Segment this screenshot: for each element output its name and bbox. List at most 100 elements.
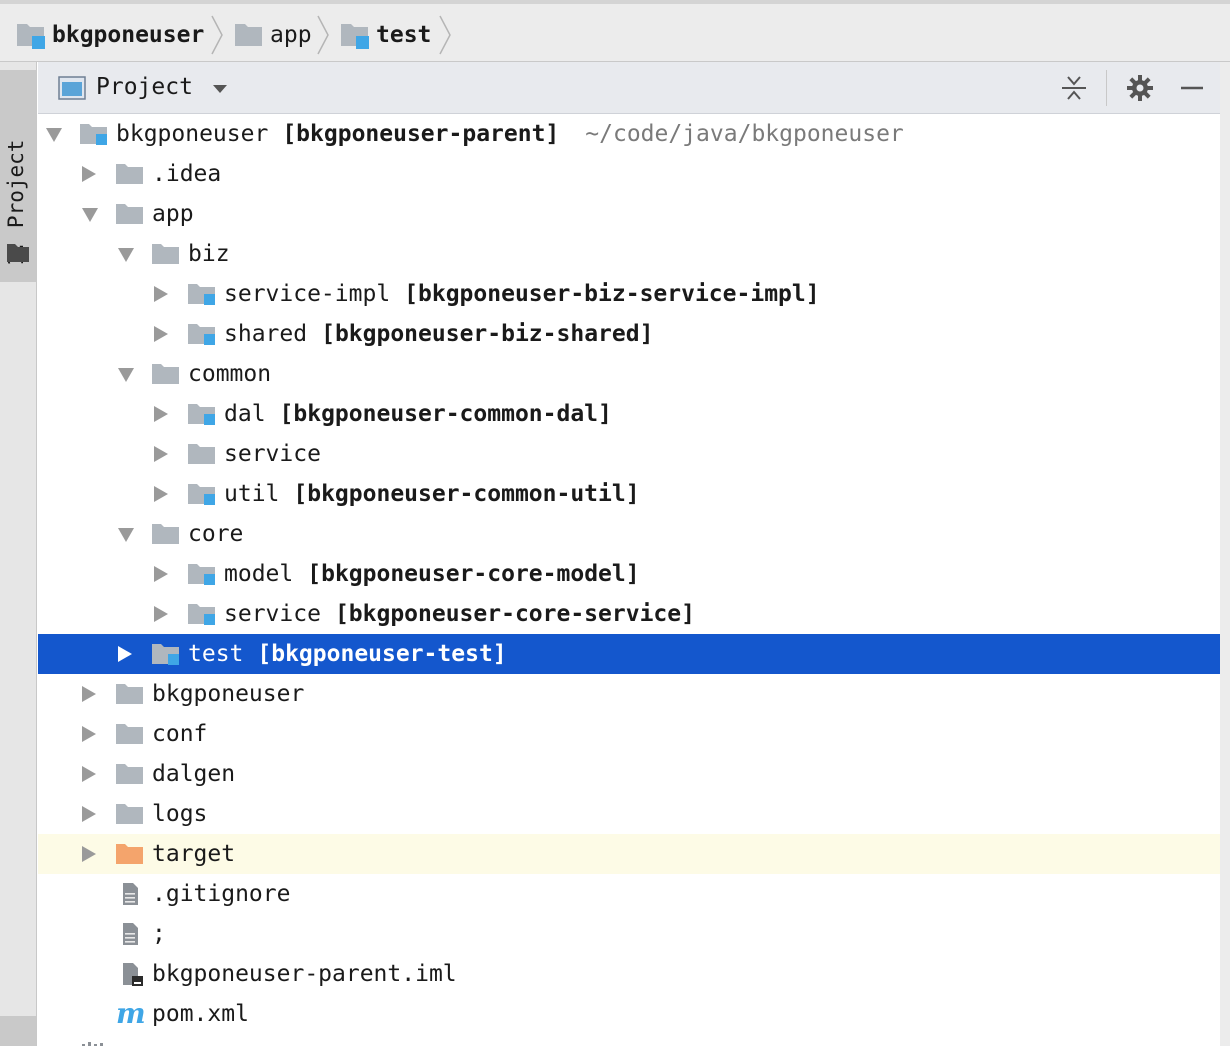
collapse-all-icon[interactable] xyxy=(1060,74,1088,102)
dropdown-arrow-icon[interactable] xyxy=(212,84,228,94)
collapse-arrow-icon[interactable] xyxy=(118,248,134,262)
expand-arrow-icon[interactable] xyxy=(154,286,168,302)
gear-icon[interactable] xyxy=(1126,74,1154,102)
hide-icon[interactable] xyxy=(1178,74,1206,102)
expand-arrow-icon[interactable] xyxy=(154,486,168,502)
breadcrumb-item-app[interactable]: app xyxy=(234,12,312,58)
expand-arrow-icon[interactable] xyxy=(154,566,168,582)
tree-item-label: model xyxy=(224,561,294,587)
collapse-arrow-icon[interactable] xyxy=(46,128,62,142)
tree-row-idea[interactable]: .idea xyxy=(38,154,1220,194)
expand-arrow-icon[interactable] xyxy=(154,326,168,342)
tree-row-semicolon[interactable]: ; xyxy=(38,914,1220,954)
tree-row-common[interactable]: common xyxy=(38,354,1220,394)
expand-arrow-icon[interactable] xyxy=(82,766,96,782)
expand-arrow-icon[interactable] xyxy=(82,686,96,702)
tree-row-root[interactable]: bkgponeuser [bkgponeuser-parent] ~/code/ja… xyxy=(38,114,1220,154)
folder-icon xyxy=(116,804,143,824)
tree-row-util[interactable]: util [bkgponeuser-common-util] xyxy=(38,474,1220,514)
folder-icon xyxy=(152,244,179,264)
tree-row-conf[interactable]: conf xyxy=(38,714,1220,754)
tree-row-dalgen[interactable]: dalgen xyxy=(38,754,1220,794)
tree-row-service-impl[interactable]: service-impl [bkgponeuser-biz-service-imp… xyxy=(38,274,1220,314)
view-selector[interactable]: Project xyxy=(96,74,193,100)
expand-arrow-icon[interactable] xyxy=(154,406,168,422)
collapse-arrow-icon[interactable] xyxy=(118,528,134,542)
tool-window-strip: 1: Project xyxy=(0,62,37,1046)
folder-icon xyxy=(152,364,179,384)
tree-item-label: bkgponeuser xyxy=(152,681,305,707)
tree-item-label: ; xyxy=(152,921,166,947)
module-name: [bkgponeuser-common-dal] xyxy=(279,401,612,427)
tree-item-label: bkgponeuser xyxy=(116,121,269,147)
tree-row-pom[interactable]: m pom.xml xyxy=(38,994,1220,1034)
breadcrumb-label: app xyxy=(270,22,312,48)
folder-icon xyxy=(188,444,215,464)
folder-icon xyxy=(235,24,262,46)
module-folder-icon xyxy=(17,24,45,49)
folder-icon xyxy=(116,684,143,704)
module-folder-icon xyxy=(341,24,369,49)
expand-arrow-icon[interactable] xyxy=(154,446,168,462)
excluded-folder-icon xyxy=(116,844,143,864)
chevron-right-icon xyxy=(439,15,451,55)
tree-row-logs[interactable]: logs xyxy=(38,794,1220,834)
collapse-arrow-icon[interactable] xyxy=(118,368,134,382)
tree-row-common-service[interactable]: service xyxy=(38,434,1220,474)
module-name: [bkgponeuser-biz-shared] xyxy=(321,321,654,347)
tree-row-external-libraries[interactable] xyxy=(38,1034,1220,1046)
expand-arrow-icon[interactable] xyxy=(82,166,96,182)
expand-arrow-icon[interactable] xyxy=(82,726,96,742)
tree-row-dal[interactable]: dal [bkgponeuser-common-dal] xyxy=(38,394,1220,434)
tree-row-bkgponeuser[interactable]: bkgponeuser xyxy=(38,674,1220,714)
tree-row-core-service[interactable]: service [bkgponeuser-core-service] xyxy=(38,594,1220,634)
tree-item-label: test xyxy=(188,641,244,667)
breadcrumb-item-root[interactable]: bkgponeuser xyxy=(16,12,204,58)
tree-row-gitignore[interactable]: .gitignore xyxy=(38,874,1220,914)
tree-item-label: conf xyxy=(152,721,208,747)
module-name: [bkgponeuser-core-model] xyxy=(307,561,640,587)
tree-item-label: logs xyxy=(152,801,208,827)
tree-item-label: biz xyxy=(188,241,230,267)
tree-row-iml[interactable]: bkgponeuser-parent.iml xyxy=(38,954,1220,994)
tree-item-label: core xyxy=(188,521,244,547)
tree-row-app[interactable]: app xyxy=(38,194,1220,234)
tree-item-label: dal xyxy=(224,401,266,427)
tree-item-label: dalgen xyxy=(152,761,236,787)
collapse-arrow-icon[interactable] xyxy=(82,208,98,222)
tree-item-label: util xyxy=(224,481,280,507)
expand-arrow-icon[interactable] xyxy=(118,646,132,662)
scrollbar-track[interactable] xyxy=(1220,62,1230,1046)
maven-icon: m xyxy=(116,997,146,1030)
module-folder-icon xyxy=(188,324,215,345)
module-file-icon xyxy=(123,963,143,986)
toolbar-divider xyxy=(1106,70,1107,106)
project-tool-tab[interactable]: 1: Project xyxy=(0,70,36,282)
tool-tab-bottom[interactable] xyxy=(0,1016,36,1046)
tree-item-label: service xyxy=(224,441,321,467)
libraries-icon xyxy=(82,1042,103,1046)
breadcrumb-item-test[interactable]: test xyxy=(340,12,431,58)
module-name: [bkgponeuser-biz-service-impl] xyxy=(404,281,820,307)
tree-row-model[interactable]: model [bkgponeuser-core-model] xyxy=(38,554,1220,594)
module-folder-icon xyxy=(188,564,215,585)
tree-item-label: common xyxy=(188,361,272,387)
expand-arrow-icon[interactable] xyxy=(154,606,168,622)
folder-icon xyxy=(7,244,29,262)
module-name: [bkgponeuser-common-util] xyxy=(293,481,640,507)
tree-item-label: shared xyxy=(224,321,308,347)
folder-icon xyxy=(116,204,143,224)
tree-item-label: target xyxy=(152,841,236,867)
tree-row-target[interactable]: target xyxy=(38,834,1220,874)
tree-item-label: pom.xml xyxy=(152,1001,249,1027)
chevron-right-icon xyxy=(211,15,223,55)
tree-row-biz[interactable]: biz xyxy=(38,234,1220,274)
project-view-icon xyxy=(58,76,86,100)
expand-arrow-icon[interactable] xyxy=(82,806,96,822)
tree-row-core[interactable]: core xyxy=(38,514,1220,554)
tree-row-test-selected[interactable]: test [bkgponeuser-test] xyxy=(38,634,1220,674)
expand-arrow-icon[interactable] xyxy=(82,846,96,862)
tree-row-shared[interactable]: shared [bkgponeuser-biz-shared] xyxy=(38,314,1220,354)
breadcrumb-label: test xyxy=(376,22,432,48)
project-toolbar: Project xyxy=(38,62,1220,114)
